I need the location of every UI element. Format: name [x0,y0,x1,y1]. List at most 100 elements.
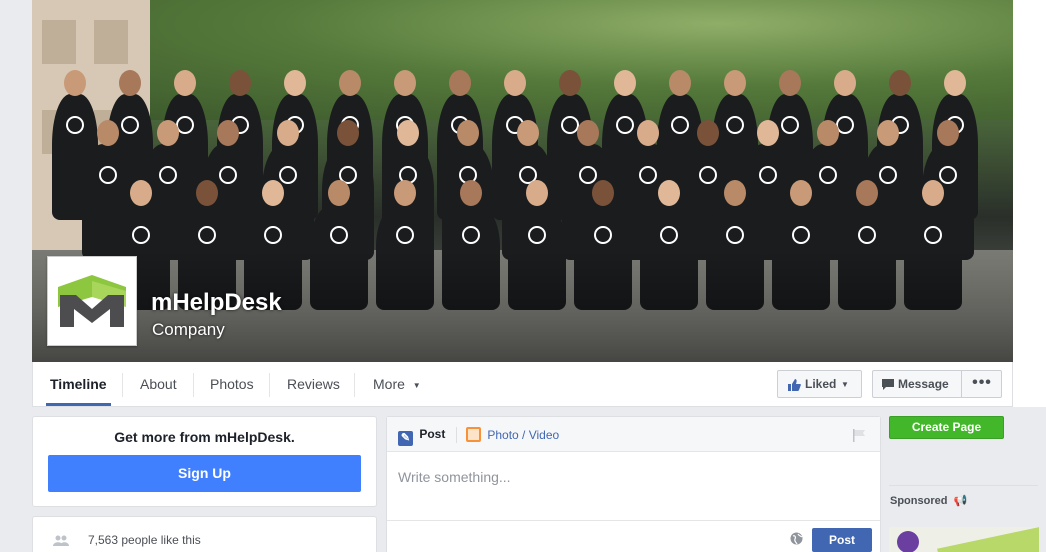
shirt-logo [639,166,657,184]
liked-label: Liked [805,377,837,391]
shirt-logo [528,226,546,244]
cover-person-head [834,70,856,96]
cover-person-head [504,70,526,96]
cover-person-head [559,70,581,96]
shirt-logo [671,116,689,134]
tab-photo-video[interactable]: Photo / Video [466,427,559,442]
get-more-title: Get more from mHelpDesk. [114,429,295,445]
tab-timeline[interactable]: Timeline [46,362,111,406]
tab-reviews[interactable]: Reviews [287,362,340,406]
cover-person-head [757,120,779,146]
cover-person-head [64,70,86,96]
get-more-card: Get more from mHelpDesk. Sign Up [32,416,377,507]
shirt-logo [264,226,282,244]
cover-person-head [328,180,350,206]
thumbs-up-icon [788,379,801,391]
tab-about[interactable]: About [140,362,177,406]
ad-stripe [937,527,1039,552]
more-options-icon[interactable]: ••• [962,371,1002,397]
cover-person-head [517,120,539,146]
cover-person-head [394,70,416,96]
tab-divider [122,373,123,397]
page-nav-bar: Timeline About Photos Reviews More ▼ Lik… [32,362,1013,407]
people-icon [53,535,69,546]
cover-person-head [174,70,196,96]
cover-person-head [339,70,361,96]
sponsored-header: Sponsored 📢 [890,494,967,507]
cover-person-head [724,70,746,96]
tab-divider [456,427,457,443]
megaphone-icon: 📢 [953,495,968,507]
photo-icon [466,427,481,442]
cover-person-head [614,70,636,96]
cover-person-head [637,120,659,146]
message-button[interactable]: Message [873,371,961,397]
message-button-group: Message ••• [872,370,1002,398]
tab-photos[interactable]: Photos [210,362,254,406]
shirt-logo [759,166,777,184]
shirt-logo [726,116,744,134]
sponsored-ad-image[interactable] [889,527,1039,552]
tab-divider [354,373,355,397]
cover-person-head [697,120,719,146]
cover-person-head [658,180,680,206]
tab-divider [193,373,194,397]
cover-person-head [817,120,839,146]
page-name[interactable]: mHelpDesk [151,289,282,317]
post-composer: ✎ Post Photo / Video Write something... … [386,416,881,552]
shirt-logo [939,166,957,184]
cover-person-head [577,120,599,146]
cover-person-head [779,70,801,96]
cover-person-head [669,70,691,96]
shirt-logo [462,226,480,244]
likes-count[interactable]: 7,563 people like this [88,533,201,547]
cover-person-head [119,70,141,96]
shirt-logo [726,226,744,244]
globe-icon[interactable] [790,532,803,545]
shirt-logo [99,166,117,184]
shirt-logo [781,116,799,134]
shirt-logo [159,166,177,184]
cover-person-head [196,180,218,206]
tab-more[interactable]: More ▼ [373,362,421,406]
right-gutter [1013,0,1046,407]
page-category: Company [152,320,225,339]
cover-person-head [790,180,812,206]
tab-more-label: More [373,376,405,392]
cover-person-head [157,120,179,146]
cover-person-head [449,70,471,96]
write-something-input[interactable]: Write something... [398,469,511,485]
cover-person-head [877,120,899,146]
ad-circle [897,531,919,552]
flag-icon[interactable] [853,429,866,442]
shirt-logo [616,116,634,134]
shirt-logo [858,226,876,244]
cover-person-head [526,180,548,206]
shirt-logo [66,116,84,134]
profile-picture[interactable] [47,256,137,346]
cover-person-head [592,180,614,206]
shirt-logo [660,226,678,244]
sign-up-button[interactable]: Sign Up [48,455,361,492]
cover-person-head [856,180,878,206]
shirt-logo [879,166,897,184]
pencil-icon: ✎ [398,431,413,446]
shirt-logo [594,226,612,244]
caret-down-icon: ▼ [412,381,421,390]
cover-person-head [229,70,251,96]
liked-button[interactable]: Liked ▼ [777,370,862,398]
shirt-logo [792,226,810,244]
shirt-logo [396,226,414,244]
create-page-button[interactable]: Create Page [889,416,1004,439]
tab-post[interactable]: ✎ Post [398,427,445,446]
shirt-logo [121,116,139,134]
right-divider [889,485,1038,486]
shirt-logo [699,166,717,184]
tab-divider [269,373,270,397]
cover-person-head [460,180,482,206]
cover-person-head [394,180,416,206]
cover-person-head [397,120,419,146]
message-label: Message [898,377,949,391]
cover-person-head [944,70,966,96]
post-button[interactable]: Post [812,528,872,552]
